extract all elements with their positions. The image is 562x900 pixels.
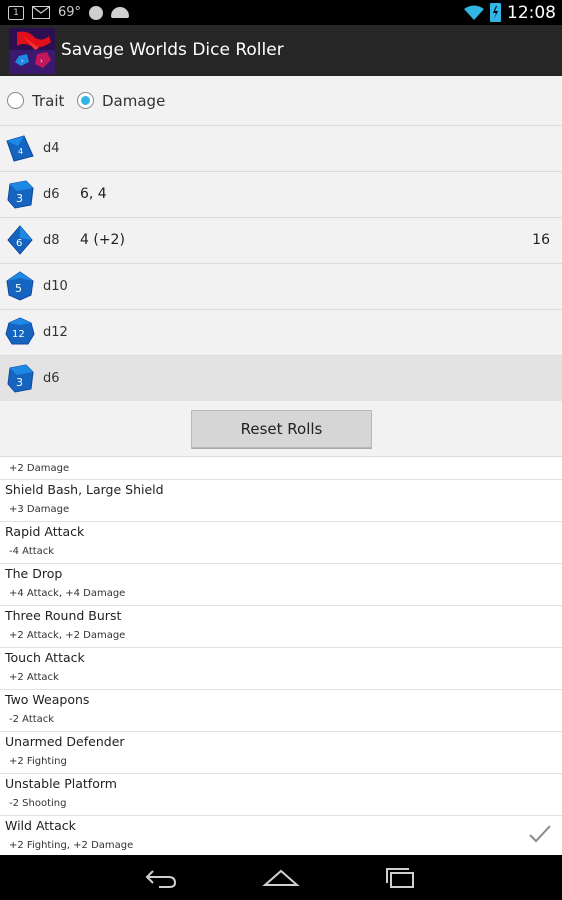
status-bar-notifications: 1 69° xyxy=(8,3,130,22)
trait-radio-label: Trait xyxy=(32,91,65,110)
die-row-d6[interactable]: 3 d6 6, 4 xyxy=(0,172,562,218)
modifier-list[interactable]: +2 Damage Shield Bash, Large Shield +3 D… xyxy=(0,457,562,855)
die-row-d4[interactable]: 4 d4 xyxy=(0,126,562,172)
item-subtitle: +4 Attack, +4 Damage xyxy=(9,588,126,599)
item-subtitle: -2 Attack xyxy=(9,714,55,725)
item-title: Shield Bash, Large Shield xyxy=(5,482,164,497)
item-title: Wild Attack xyxy=(5,818,76,833)
trait-radio-circle[interactable] xyxy=(7,92,24,109)
item-subtitle: -2 Shooting xyxy=(9,798,67,809)
item-subtitle: -4 Attack xyxy=(9,546,55,557)
recent-apps-icon[interactable] xyxy=(381,863,421,891)
svg-text:5: 5 xyxy=(15,282,22,295)
svg-text:›: › xyxy=(40,57,43,65)
mail-icon xyxy=(32,6,50,19)
back-icon[interactable] xyxy=(141,863,181,891)
die-row-d6-wild[interactable]: 3 d6 xyxy=(0,356,562,402)
die-row-d12[interactable]: 12 d12 xyxy=(0,310,562,356)
notification-badge-icon: 1 xyxy=(8,5,24,20)
die-name: d8 xyxy=(43,233,60,248)
svg-text:4: 4 xyxy=(18,147,23,156)
d12-die-icon: 12 xyxy=(5,317,35,345)
list-item[interactable]: Two Weapons -2 Attack xyxy=(0,690,562,732)
item-title: Three Round Burst xyxy=(5,608,122,623)
item-subtitle: +2 Attack xyxy=(9,672,59,683)
list-item[interactable]: Unstable Platform -2 Shooting xyxy=(0,774,562,816)
mode-selector: Trait Damage xyxy=(0,76,562,126)
reset-rolls-button[interactable]: Reset Rolls xyxy=(191,410,372,448)
checkmark-icon[interactable] xyxy=(528,824,552,844)
list-item[interactable]: Shield Bash, Large Shield +3 Damage xyxy=(0,480,562,522)
battery-charging-icon xyxy=(490,3,501,22)
item-title: Touch Attack xyxy=(5,650,85,665)
list-item[interactable]: The Drop +4 Attack, +4 Damage xyxy=(0,564,562,606)
die-total: 16 xyxy=(532,232,550,248)
item-subtitle: +2 Fighting, +2 Damage xyxy=(9,840,134,851)
list-item[interactable]: Unarmed Defender +2 Fighting xyxy=(0,732,562,774)
item-subtitle: +3 Damage xyxy=(9,504,70,515)
svg-text:›: › xyxy=(21,57,24,65)
d6-die-icon: 3 xyxy=(7,364,34,393)
app-title: Savage Worlds Dice Roller xyxy=(61,40,284,60)
die-name: d4 xyxy=(43,141,60,156)
die-name: d6 xyxy=(43,371,60,386)
item-title: Two Weapons xyxy=(5,692,90,707)
die-result: 6, 4 xyxy=(80,186,107,202)
item-subtitle: +2 Damage xyxy=(9,463,70,474)
die-name: d12 xyxy=(43,325,68,340)
temperature-text: 69° xyxy=(58,5,82,20)
item-title: Unarmed Defender xyxy=(5,734,125,749)
hangouts-icon xyxy=(89,5,104,20)
d8-die-icon: 6 xyxy=(7,225,33,255)
svg-text:6: 6 xyxy=(16,238,22,249)
item-title: Rapid Attack xyxy=(5,524,85,539)
svg-text:12: 12 xyxy=(12,329,25,340)
wifi-icon xyxy=(464,5,484,20)
trait-radio[interactable]: Trait xyxy=(7,76,64,125)
clock: 12:08 xyxy=(507,2,556,23)
android-icon xyxy=(111,7,130,18)
navigation-bar xyxy=(0,855,562,900)
list-item[interactable]: Touch Attack +2 Attack xyxy=(0,648,562,690)
die-result: 4 (+2) xyxy=(80,232,125,248)
damage-radio[interactable]: Damage xyxy=(77,76,165,125)
status-bar-system: 12:08 xyxy=(464,2,556,23)
damage-radio-circle[interactable] xyxy=(77,92,94,109)
d10-die-icon: 5 xyxy=(6,271,34,301)
d6-die-icon: 3 xyxy=(7,180,34,209)
die-row-d10[interactable]: 5 d10 xyxy=(0,264,562,310)
d4-die-icon: 4 xyxy=(6,135,34,162)
list-item[interactable]: Wild Attack +2 Fighting, +2 Damage xyxy=(0,816,562,855)
list-item[interactable]: Three Round Burst +2 Attack, +2 Damage xyxy=(0,606,562,648)
action-bar: › › Savage Worlds Dice Roller xyxy=(0,25,562,76)
item-title: Unstable Platform xyxy=(5,776,117,791)
status-bar: 1 69° 12:08 xyxy=(0,0,562,25)
item-subtitle: +2 Fighting xyxy=(9,756,67,767)
list-item[interactable]: +2 Damage xyxy=(0,457,562,480)
app-logo-icon[interactable]: › › xyxy=(9,28,55,74)
item-subtitle: +2 Attack, +2 Damage xyxy=(9,630,126,641)
svg-text:3: 3 xyxy=(16,192,23,205)
svg-text:3: 3 xyxy=(16,376,23,389)
die-name: d6 xyxy=(43,187,60,202)
damage-radio-label: Damage xyxy=(102,91,166,110)
item-title: The Drop xyxy=(5,566,63,581)
reset-area: Reset Rolls xyxy=(0,401,562,457)
die-name: d10 xyxy=(43,279,68,294)
die-row-d8[interactable]: 6 d8 4 (+2) 16 xyxy=(0,218,562,264)
list-item[interactable]: Rapid Attack -4 Attack xyxy=(0,522,562,564)
home-icon[interactable] xyxy=(261,863,301,891)
